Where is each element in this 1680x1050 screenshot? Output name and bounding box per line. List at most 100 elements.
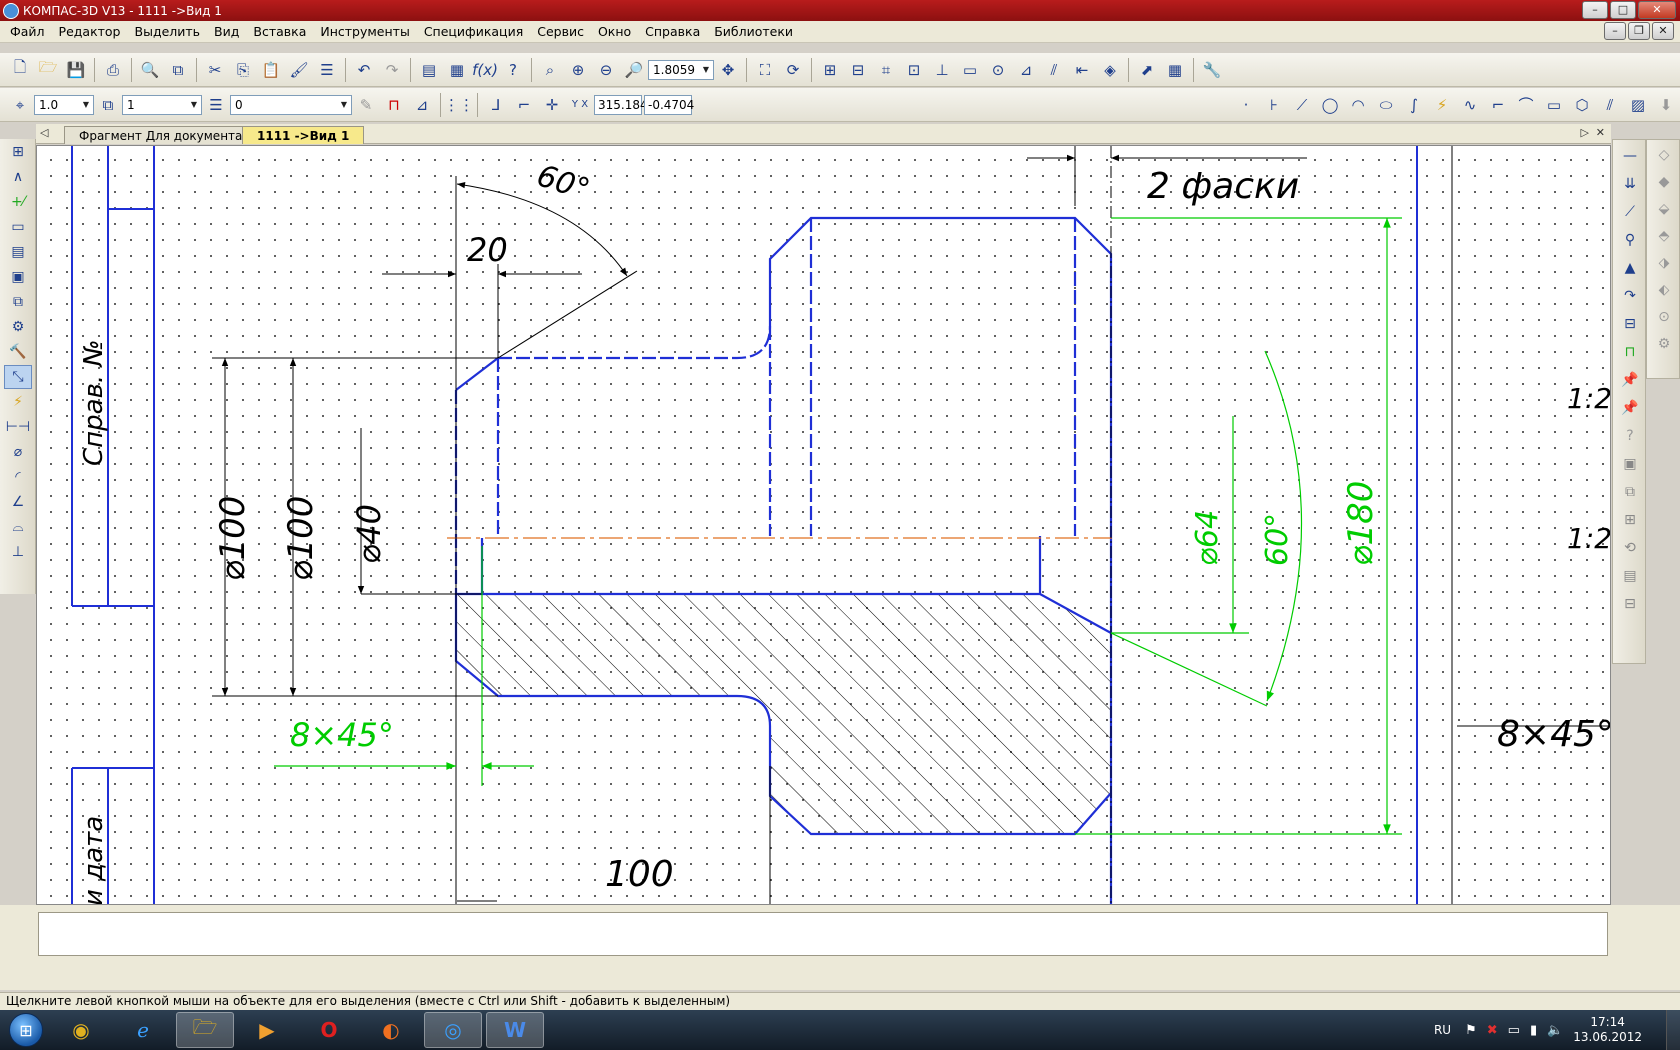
start-button[interactable]: ⊞ (4, 1010, 48, 1050)
edit-icon[interactable]: ⌗ (874, 58, 898, 82)
undo-icon[interactable]: ↶ (352, 58, 376, 82)
select-icon[interactable]: ▭ (958, 58, 982, 82)
solid-b-icon[interactable]: ◆ (1651, 170, 1677, 194)
diagonal-icon[interactable]: ⟋ (1617, 200, 1643, 224)
coord-x-field[interactable]: 315.184 (594, 94, 648, 115)
designations-panel-icon[interactable]: +⁄ (4, 190, 32, 214)
arc-dimension-icon[interactable]: ⌓ (4, 515, 32, 539)
view-e-icon[interactable]: ▤ (1617, 564, 1643, 588)
rounding-icon[interactable]: ⌐ (512, 93, 536, 117)
angular-dimension-icon[interactable]: ∠ (4, 490, 32, 514)
layer-state-icon[interactable]: ⧉ (96, 93, 120, 117)
help-icon[interactable]: ? (1617, 424, 1643, 448)
view-c-icon[interactable]: ⊞ (1617, 508, 1643, 532)
editing-panel-icon[interactable]: ▭ (4, 215, 32, 239)
report-icon[interactable]: ⊿ (1014, 58, 1038, 82)
solid-d-icon[interactable]: ⬘ (1651, 224, 1677, 248)
chrome-icon[interactable]: ◉ (52, 1012, 110, 1048)
polyline-icon[interactable]: ∫ (1402, 93, 1426, 117)
volume-icon[interactable]: 🔈 (1547, 1023, 1563, 1038)
tab-view1[interactable]: 1111 ->Вид 1 (242, 126, 365, 144)
opera-icon[interactable]: O (300, 1012, 358, 1048)
layers-icon[interactable]: ☰ (204, 93, 228, 117)
arc-icon[interactable]: ◠ (1346, 93, 1370, 117)
layer-combo[interactable]: 0 ▼ (230, 94, 352, 115)
parametrize-icon[interactable]: ⊡ (902, 58, 926, 82)
zoom-in-icon[interactable]: ⊕ (566, 58, 590, 82)
fillet-icon[interactable]: ⌒ (1514, 93, 1538, 117)
close-button[interactable]: ✕ (1638, 1, 1676, 19)
format-painter-icon[interactable]: 🖌 (287, 58, 311, 82)
solid-h-icon[interactable]: ⚙ (1651, 332, 1677, 356)
kompas-taskbar-icon[interactable]: ◎ (424, 1012, 482, 1048)
view-b-icon[interactable]: ⧉ (1617, 480, 1643, 504)
print-preview-icon[interactable]: 🔍 (138, 58, 162, 82)
menu-select[interactable]: Выделить (135, 24, 201, 39)
contour-icon[interactable]: ⬇ (1654, 93, 1678, 117)
firefox-icon[interactable]: ◐ (362, 1012, 420, 1048)
spec-icon[interactable]: ⊙ (986, 58, 1010, 82)
menu-file[interactable]: Файл (10, 24, 45, 39)
library-icon[interactable]: ⬈ (1135, 58, 1159, 82)
doc-minimize-button[interactable]: – (1604, 22, 1626, 40)
circle-icon[interactable]: ◯ (1318, 93, 1342, 117)
tree-panel-icon[interactable]: ▤ (417, 58, 441, 82)
show-desktop-button[interactable] (1666, 1010, 1680, 1050)
solid-a-icon[interactable]: ◇ (1651, 143, 1677, 167)
view-a-icon[interactable]: ▣ (1617, 452, 1643, 476)
network-error-icon[interactable]: ✖ (1487, 1023, 1498, 1038)
selection-panel-icon[interactable]: ⧉ (4, 290, 32, 314)
view-d-icon[interactable]: ⟲ (1617, 536, 1643, 560)
drawing-canvas[interactable]: 60° 20 2 фаски ⌀100 ⌀100 ⌀40 8×45° ⌀64 6… (36, 145, 1611, 905)
monitor-icon[interactable]: ▭ (1508, 1023, 1520, 1038)
draw-color-icon[interactable]: ✎ (354, 93, 378, 117)
leader-icon[interactable]: ⊓ (1617, 340, 1643, 364)
doc-restore-button[interactable]: ❐ (1628, 22, 1650, 40)
doc-close-button[interactable]: ✕ (1652, 22, 1674, 40)
solid-c-icon[interactable]: ⬙ (1651, 197, 1677, 221)
open-folder-icon[interactable]: 🗁 (36, 58, 60, 82)
power-icon[interactable]: ▮ (1530, 1023, 1537, 1038)
arrow-icon[interactable]: ⇤ (1070, 58, 1094, 82)
clock[interactable]: 17:14 13.06.2012 (1573, 1015, 1642, 1045)
ellipse-icon[interactable]: ⬭ (1374, 93, 1398, 117)
diamond-icon[interactable]: ◈ (1098, 58, 1122, 82)
rectangle-icon[interactable]: ▭ (1542, 93, 1566, 117)
solid-e-icon[interactable]: ⬗ (1651, 251, 1677, 275)
maximize-button[interactable]: □ (1610, 1, 1636, 19)
refresh-icon[interactable]: ⟳ (781, 58, 805, 82)
line-scale-combo[interactable]: 1.0 ▼ (34, 94, 94, 115)
measure-panel-icon[interactable]: ▣ (4, 265, 32, 289)
tab-close-icon[interactable]: ✕ (1596, 126, 1605, 139)
zoom-combo[interactable]: 1.8059 ▼ (648, 59, 714, 80)
arc-arrow-icon[interactable]: ↷ (1617, 284, 1643, 308)
diameter-dimension-icon[interactable]: ⌀ (4, 440, 32, 464)
save-icon[interactable]: 💾 (64, 58, 88, 82)
local-cs-icon[interactable]: ⌖ (8, 93, 32, 117)
segment-icon[interactable]: ⟋ (1290, 93, 1314, 117)
auto-dimension-icon[interactable]: ⚡ (4, 390, 32, 414)
spec-panel-icon[interactable]: ⚙ (4, 315, 32, 339)
local-axes-icon[interactable]: ⅃ (484, 93, 508, 117)
internet-explorer-icon[interactable]: e (114, 1012, 172, 1048)
hatch-icon[interactable]: ⫽ (1042, 58, 1066, 82)
tab-scroll-left-icon[interactable]: ◁ (40, 126, 48, 139)
copy-icon[interactable]: ⎘ (231, 58, 255, 82)
zoom-window-icon[interactable]: ⌕ (538, 58, 562, 82)
coord-y-field[interactable]: -0.4704 (644, 94, 694, 115)
insert-panel-icon[interactable]: ⤡ (4, 365, 32, 389)
measure-icon[interactable]: ⊥ (930, 58, 954, 82)
function-icon[interactable]: f(x) (472, 58, 498, 82)
flag-icon[interactable]: ⚑ (1465, 1023, 1477, 1038)
media-player-icon[interactable]: ▶ (238, 1012, 296, 1048)
menu-editor[interactable]: Редактор (59, 24, 121, 39)
position-mark-icon[interactable]: ⊟ (1617, 312, 1643, 336)
redo-icon[interactable]: ↷ (380, 58, 404, 82)
pin-a-icon[interactable]: 📌 (1617, 368, 1643, 392)
pin-b-icon[interactable]: 📌 (1617, 396, 1643, 420)
layer-state-combo[interactable]: 1 ▼ (122, 94, 202, 115)
reports-panel-icon[interactable]: 🔨 (4, 340, 32, 364)
explorer-folder-icon[interactable]: 🗁 (176, 1012, 234, 1048)
pan-icon[interactable]: ✥ (716, 58, 740, 82)
parametrization-panel-icon[interactable]: ▤ (4, 240, 32, 264)
